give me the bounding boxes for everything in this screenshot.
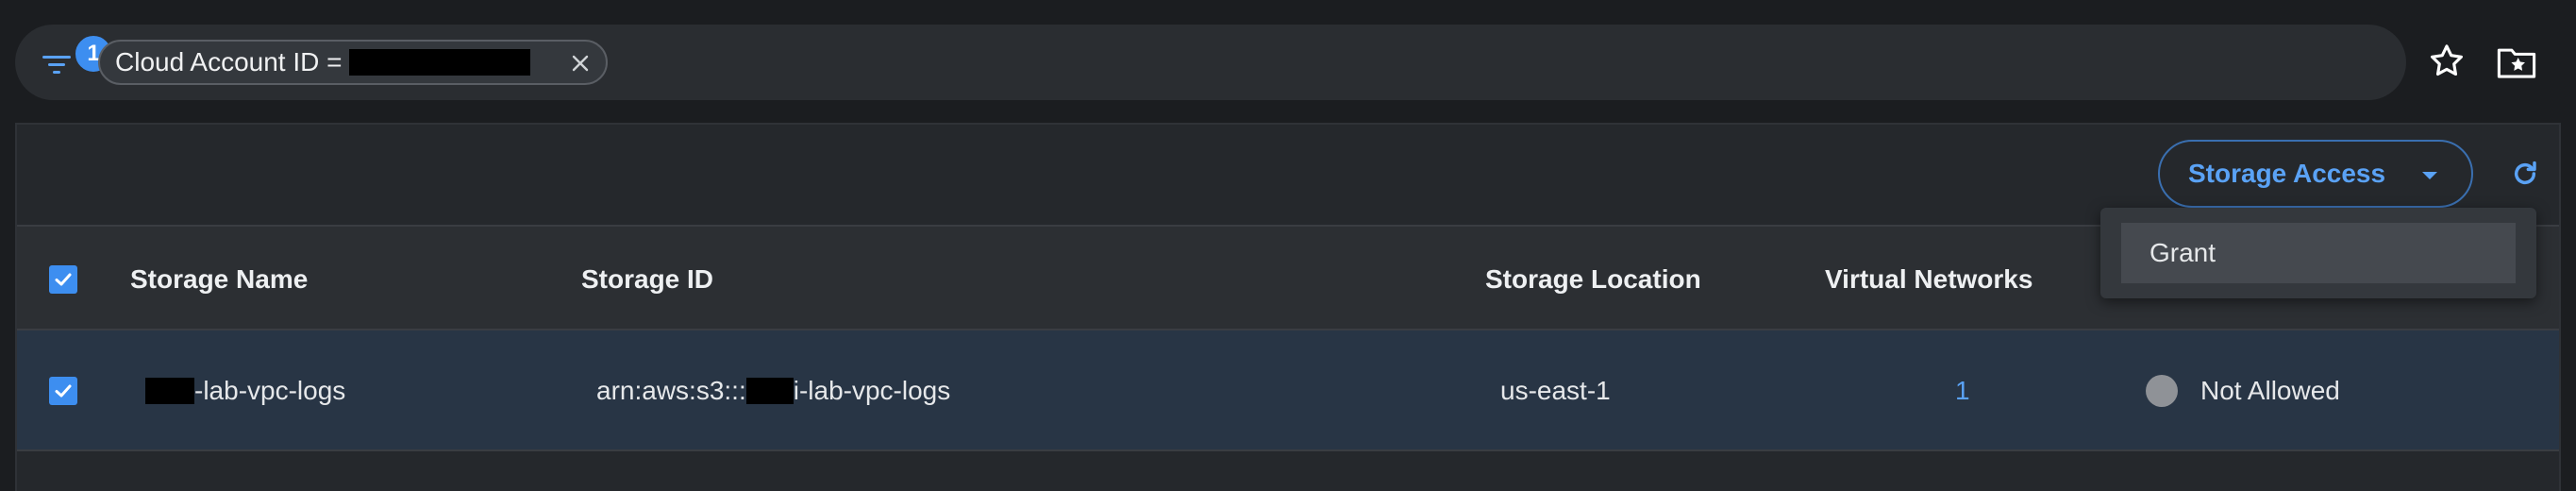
saved-filters-button[interactable] — [2493, 38, 2540, 85]
menu-item-grant[interactable]: Grant — [2121, 223, 2516, 283]
filter-chip[interactable]: Cloud Account ID = — [98, 40, 608, 85]
virtual-networks-link[interactable]: 1 — [1955, 330, 1970, 451]
filter-chip-label: Cloud Account ID = — [115, 47, 343, 76]
select-all-checkbox[interactable] — [49, 265, 77, 294]
redacted-text — [745, 378, 794, 404]
storage-access-menu: Grant — [2100, 208, 2536, 298]
column-header-storage-location[interactable]: Storage Location — [1485, 227, 1701, 332]
chip-remove-button[interactable] — [566, 49, 594, 77]
storage-id-suffix: i-lab-vpc-logs — [793, 376, 951, 405]
filter-bar: 1 Cloud Account ID = — [15, 25, 2406, 100]
check-icon — [55, 273, 72, 286]
filter-button[interactable]: 1 — [32, 34, 113, 87]
column-header-virtual-networks[interactable]: Virtual Networks — [1825, 227, 2032, 332]
storage-access-button[interactable]: Storage Access — [2158, 140, 2473, 208]
column-header-storage-id[interactable]: Storage ID — [581, 227, 713, 332]
cell-storage-id: arn:aws:s3::: i-lab-vpc-logs — [596, 330, 950, 451]
redacted-text — [145, 378, 194, 404]
table-row[interactable]: -lab-vpc-logs arn:aws:s3::: i-lab-vpc-lo… — [17, 330, 2559, 451]
refresh-button[interactable] — [2508, 157, 2542, 191]
star-icon — [2431, 44, 2463, 76]
row-checkbox[interactable] — [49, 377, 77, 405]
access-status-text: Not Allowed — [2200, 376, 2340, 405]
cell-access-status: Not Allowed — [2146, 330, 2340, 451]
close-icon — [572, 55, 589, 72]
storage-name-text: -lab-vpc-logs — [194, 376, 346, 405]
redacted-value — [349, 49, 531, 76]
chevron-down-icon — [2422, 172, 2437, 179]
check-icon — [55, 384, 72, 398]
refresh-icon — [2514, 161, 2536, 185]
filter-icon — [42, 56, 71, 74]
column-header-storage-name[interactable]: Storage Name — [130, 227, 308, 332]
favorite-button[interactable] — [2423, 38, 2470, 85]
cell-storage-location: us-east-1 — [1500, 376, 1611, 405]
status-indicator-icon — [2146, 375, 2178, 407]
folder-star-icon — [2497, 48, 2536, 78]
storage-access-label: Storage Access — [2188, 159, 2386, 188]
storage-id-prefix: arn:aws:s3::: — [596, 376, 746, 405]
cell-storage-name: -lab-vpc-logs — [145, 330, 345, 451]
